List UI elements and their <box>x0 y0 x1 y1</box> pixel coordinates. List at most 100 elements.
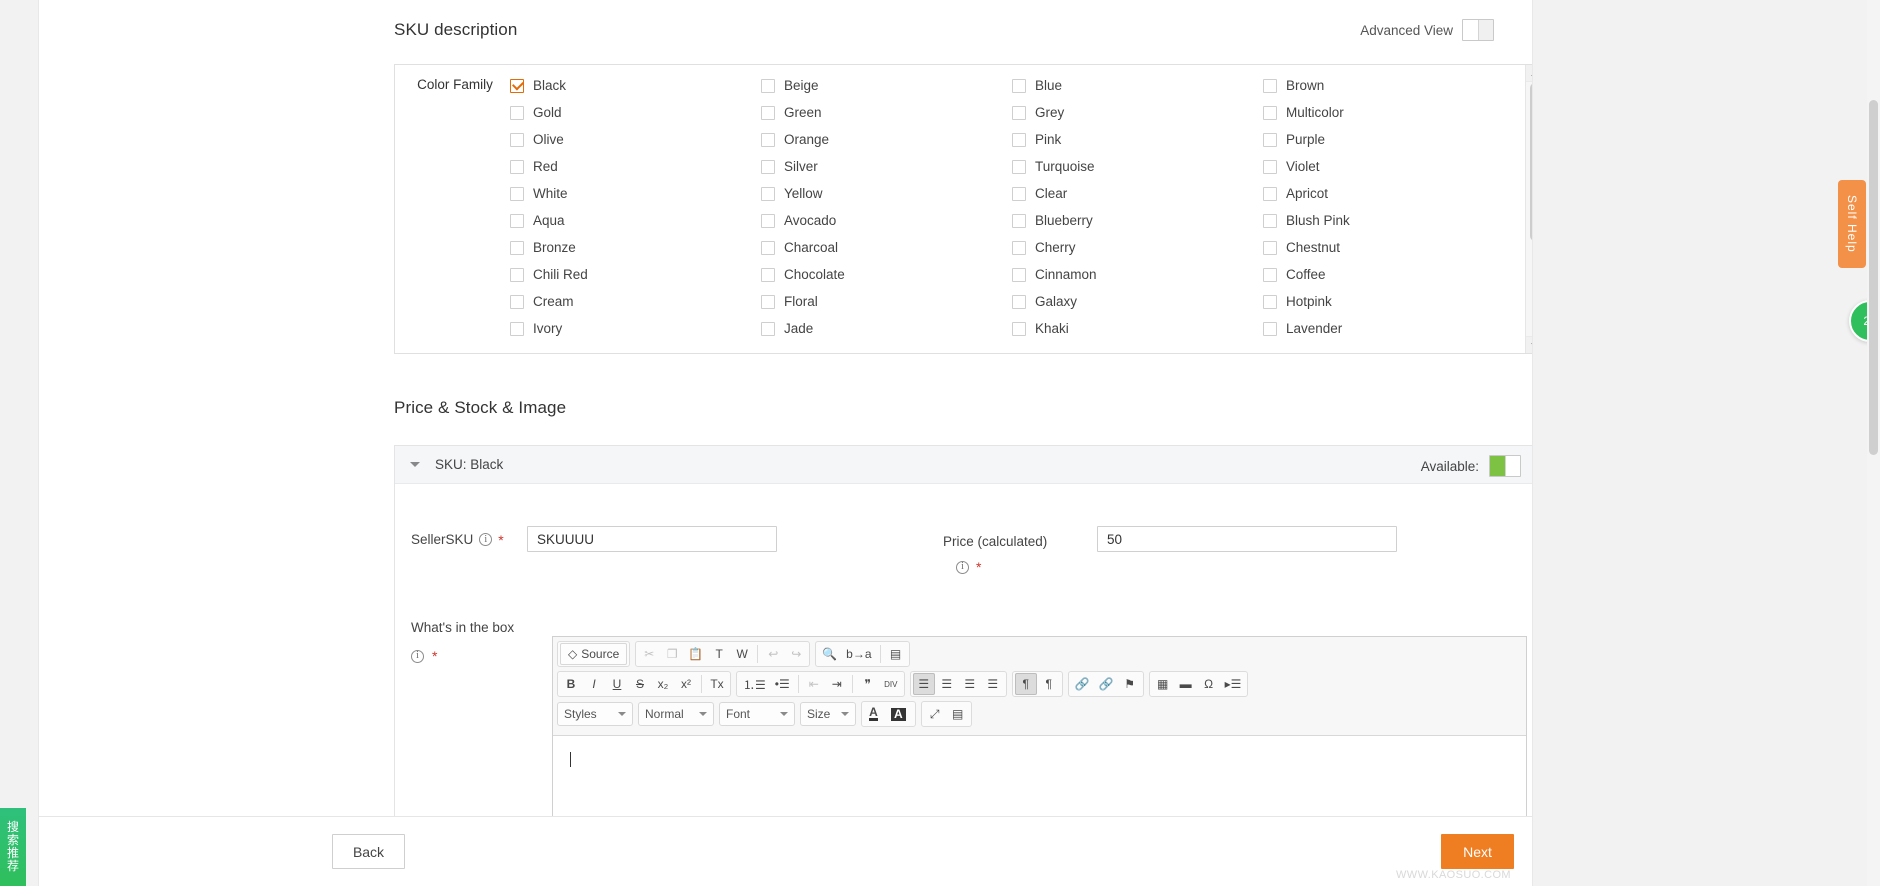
find-button[interactable]: 🔍 <box>818 643 841 665</box>
source-button[interactable]: ◇ Source <box>560 643 628 665</box>
numbered-list-button[interactable]: ⒈☰ <box>739 673 770 695</box>
color-option-white[interactable]: White <box>510 180 761 207</box>
bold-button[interactable]: B <box>560 673 582 695</box>
color-option-floral[interactable]: Floral <box>761 288 1012 315</box>
checkbox-icon[interactable] <box>510 159 524 174</box>
color-option-green[interactable]: Green <box>761 99 1012 126</box>
subscript-button[interactable]: x₂ <box>652 673 674 695</box>
justify-button[interactable]: ☰ <box>982 673 1004 695</box>
color-option-orange[interactable]: Orange <box>761 126 1012 153</box>
color-option-ivory[interactable]: Ivory <box>510 315 761 342</box>
italic-button[interactable]: I <box>583 673 605 695</box>
checkbox-icon[interactable] <box>1263 159 1277 174</box>
sku-card-header[interactable]: SKU: Black Available: <box>395 446 1532 484</box>
seller-sku-input[interactable] <box>527 526 777 552</box>
checkbox-icon[interactable] <box>510 348 524 353</box>
checkbox-icon[interactable] <box>1012 321 1026 336</box>
color-option-charcoal[interactable]: Charcoal <box>761 234 1012 261</box>
checkbox-icon[interactable] <box>1263 78 1277 93</box>
editor-content-area[interactable] <box>553 735 1526 816</box>
checkbox-icon[interactable] <box>1263 294 1277 309</box>
color-option-galaxy[interactable]: Galaxy <box>1012 288 1263 315</box>
advanced-view-toggle[interactable] <box>1462 19 1494 41</box>
color-option-pink[interactable]: Pink <box>1012 126 1263 153</box>
self-help-tab[interactable]: Self Help <box>1838 180 1866 268</box>
checkbox-icon[interactable] <box>1263 213 1277 228</box>
checkbox-icon[interactable] <box>1012 105 1026 120</box>
color-options-scroll-area[interactable]: Black Beige Blue Brown Gold Green Grey Multicol… <box>510 65 1524 353</box>
checkbox-icon[interactable] <box>1012 132 1026 147</box>
checkbox-icon[interactable] <box>1263 267 1277 282</box>
info-icon[interactable]: i <box>479 533 493 546</box>
color-option-multicolor[interactable]: Multicolor <box>1263 99 1514 126</box>
table-button[interactable]: ▦ <box>1152 673 1174 695</box>
checkbox-icon[interactable] <box>1012 78 1026 93</box>
checkbox-icon[interactable] <box>1012 348 1026 353</box>
checkbox-icon[interactable] <box>510 105 524 120</box>
color-option-aqua[interactable]: Aqua <box>510 207 761 234</box>
collapse-caret-icon[interactable] <box>410 462 420 467</box>
page-scrollbar[interactable] <box>1867 0 1880 886</box>
info-icon[interactable]: i <box>411 649 424 663</box>
checkbox-icon[interactable] <box>761 240 775 255</box>
checkbox-icon[interactable] <box>761 213 775 228</box>
color-option-khaki[interactable]: Khaki <box>1012 315 1263 342</box>
checkbox-icon[interactable] <box>1263 105 1277 120</box>
color-option-mustard[interactable]: Mustard <box>510 342 761 353</box>
available-toggle[interactable] <box>1489 455 1521 477</box>
checkbox-icon[interactable] <box>1012 267 1026 282</box>
checkbox-icon[interactable] <box>761 105 775 120</box>
color-option-clear[interactable]: Clear <box>1012 180 1263 207</box>
text-color-button[interactable]: A <box>864 703 886 725</box>
color-option-hotpink[interactable]: Hotpink <box>1263 288 1514 315</box>
color-option-apricot[interactable]: Apricot <box>1263 180 1514 207</box>
price-input[interactable] <box>1097 526 1397 552</box>
color-option-cinnamon[interactable]: Cinnamon <box>1012 261 1263 288</box>
checkbox-icon[interactable] <box>1012 159 1026 174</box>
checkbox-icon[interactable] <box>1263 186 1277 201</box>
special-character-button[interactable]: Ω <box>1198 673 1220 695</box>
checkbox-icon[interactable] <box>761 267 775 282</box>
checkbox-icon[interactable] <box>1263 240 1277 255</box>
paste-button[interactable]: 📋 <box>684 643 707 665</box>
maximize-icon[interactable]: ⤢ <box>924 703 946 725</box>
next-button[interactable]: Next <box>1441 834 1514 869</box>
superscript-button[interactable]: x² <box>675 673 697 695</box>
increase-indent-button[interactable]: ⇥ <box>826 673 848 695</box>
scroll-up-arrow-icon[interactable] <box>1526 65 1532 82</box>
color-option-blush-pink[interactable]: Blush Pink <box>1263 207 1514 234</box>
checkbox-icon[interactable] <box>761 159 775 174</box>
color-option-melon[interactable]: Melon <box>761 342 1012 353</box>
text-direction-ltr-button[interactable]: ¶ <box>1014 673 1037 695</box>
checkbox-icon[interactable] <box>1263 321 1277 336</box>
color-option-yellow[interactable]: Yellow <box>761 180 1012 207</box>
checkbox-icon[interactable] <box>761 348 775 353</box>
color-option-coffee[interactable]: Coffee <box>1263 261 1514 288</box>
color-option-chili-red[interactable]: Chili Red <box>510 261 761 288</box>
replace-button[interactable]: b→a <box>842 643 875 665</box>
checkbox-icon[interactable] <box>510 321 524 336</box>
color-option-grey[interactable]: Grey <box>1012 99 1263 126</box>
bulleted-list-button[interactable]: •☰ <box>771 673 794 695</box>
checkbox-icon[interactable] <box>761 321 775 336</box>
checkbox-icon[interactable] <box>1012 294 1026 309</box>
color-option-mauve[interactable]: Mauve <box>1012 342 1263 353</box>
size-select[interactable]: Size <box>800 702 856 726</box>
color-option-purple[interactable]: Purple <box>1263 126 1514 153</box>
align-left-button[interactable]: ☰ <box>912 673 935 695</box>
underline-button[interactable]: U <box>606 673 628 695</box>
color-option-chestnut[interactable]: Chestnut <box>1263 234 1514 261</box>
checkbox-icon[interactable] <box>761 78 775 93</box>
advanced-view-control[interactable]: Advanced View <box>1360 19 1494 41</box>
color-option-cherry[interactable]: Cherry <box>1012 234 1263 261</box>
align-right-button[interactable]: ☰ <box>959 673 981 695</box>
color-option-beige[interactable]: Beige <box>761 72 1012 99</box>
checkbox-icon[interactable] <box>761 186 775 201</box>
scrollbar-thumb[interactable] <box>1530 83 1532 241</box>
horizontal-rule-button[interactable]: ▬ <box>1175 673 1197 695</box>
info-icon[interactable]: i <box>956 560 969 574</box>
checkbox-icon[interactable] <box>510 186 524 201</box>
background-color-button[interactable]: A <box>887 703 913 725</box>
color-option-brown[interactable]: Brown <box>1263 72 1514 99</box>
color-option-jade[interactable]: Jade <box>761 315 1012 342</box>
